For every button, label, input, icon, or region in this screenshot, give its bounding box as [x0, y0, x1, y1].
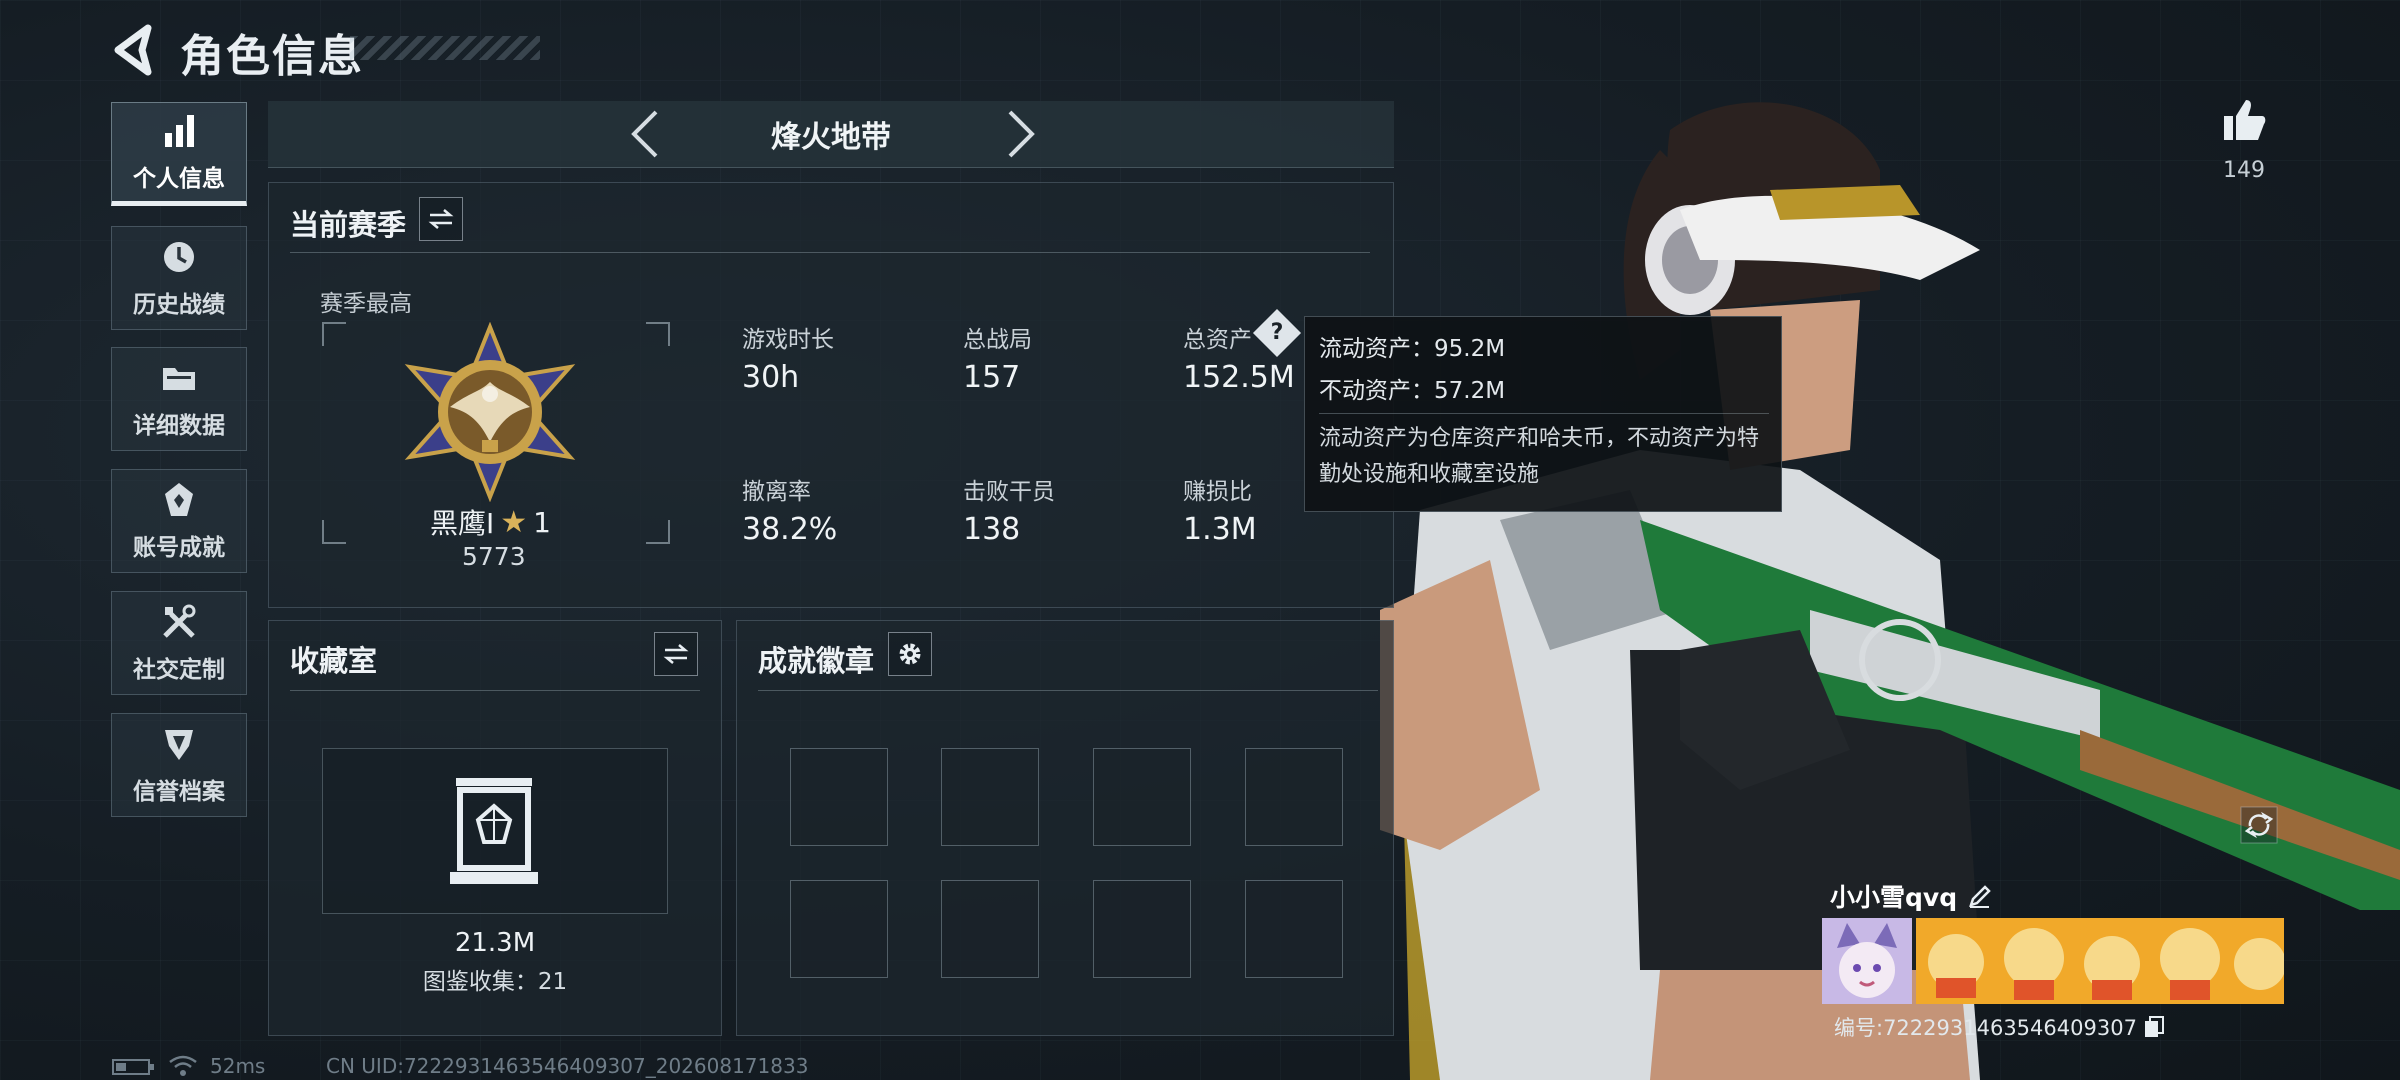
badge-slot[interactable]: [790, 880, 888, 978]
stat-value-total-assets: 152.5M: [1183, 360, 1295, 395]
badge-slot[interactable]: [1245, 748, 1343, 846]
frame-corner: [646, 322, 670, 346]
sidebar-item-social[interactable]: 社交定制: [111, 591, 247, 695]
badge-slot[interactable]: [941, 880, 1039, 978]
tooltip-liquid-assets: 流动资产：95.2M: [1319, 336, 1506, 362]
frame-corner: [646, 520, 670, 544]
badge-slot[interactable]: [1245, 880, 1343, 978]
stat-label-total-matches: 总战局: [963, 327, 1032, 353]
sidebar-item-label: 详细数据: [133, 413, 225, 439]
stat-label-profit-ratio: 赚损比: [1183, 479, 1252, 505]
stat-label-extract-rate: 撤离率: [742, 479, 811, 505]
sidebar-item-label: 历史战绩: [133, 292, 225, 318]
assets-tooltip: 流动资产：95.2M 不动资产：57.2M 流动资产为仓库资产和哈夫币，不动资产…: [1304, 316, 1782, 512]
gear-icon: [899, 643, 921, 665]
sidebar-item-personal-info[interactable]: 个人信息: [111, 102, 247, 206]
achievements-title: 成就徽章: [758, 644, 875, 678]
battery-icon: [112, 1059, 154, 1075]
collection-switch-button[interactable]: [654, 632, 698, 676]
swap-icon: [428, 209, 454, 229]
stat-value-total-matches: 157: [963, 360, 1021, 395]
player-id: 编号:7222931463546409307: [1834, 1016, 2137, 1040]
season-panel-title: 当前赛季: [290, 208, 407, 242]
badge-slot[interactable]: [1093, 880, 1191, 978]
refresh-icon[interactable]: [2240, 806, 2278, 844]
star-icon: ★: [500, 504, 528, 540]
achievement-icon: [165, 483, 193, 516]
player-banner[interactable]: [1916, 918, 2284, 1004]
page-title: 角色信息: [180, 31, 364, 82]
collection-divider: [290, 690, 700, 691]
ping-text: 52ms: [210, 1054, 266, 1078]
tooltip-divider: [1319, 413, 1769, 414]
stat-label-play-time: 游戏时长: [742, 327, 834, 353]
badge-slot[interactable]: [941, 748, 1039, 846]
thumbs-up-icon[interactable]: [2220, 96, 2268, 144]
back-arrow-icon[interactable]: [108, 22, 156, 78]
tools-icon: [163, 604, 196, 638]
sidebar-item-detailed-data[interactable]: 详细数据: [111, 347, 247, 451]
sidebar-item-label: 信誉档案: [133, 779, 225, 805]
badge-slot[interactable]: [790, 748, 888, 846]
season-best-label: 赛季最高: [320, 291, 412, 317]
stat-value-kills: 138: [963, 512, 1021, 547]
season-divider: [290, 252, 1370, 253]
player-id-row: 编号:7222931463546409307: [1834, 1012, 2165, 1042]
player-avatar[interactable]: [1822, 918, 1912, 1004]
rank-name: 黑鹰I: [430, 507, 495, 540]
achievements-divider: [758, 690, 1378, 691]
season-switch-button[interactable]: [419, 197, 463, 241]
rank-stars: 1: [533, 505, 551, 539]
sidebar-item-label: 社交定制: [133, 657, 225, 683]
collection-value: 21.3M: [454, 928, 536, 958]
folder-icon: [163, 368, 195, 390]
player-name-row: 小小雪qvq: [1830, 878, 1993, 914]
clock-history-icon: [164, 242, 194, 272]
credit-shield-icon: [165, 730, 193, 760]
stat-label-kills: 击败干员: [963, 479, 1055, 505]
frame-corner: [322, 322, 346, 346]
achievements-settings-button[interactable]: [888, 632, 932, 676]
frame-corner: [322, 520, 346, 544]
sidebar-item-credit[interactable]: 信誉档案: [111, 713, 247, 817]
badge-slot[interactable]: [1093, 748, 1191, 846]
uid-text: CN UID:7222931463546409307_202608171833: [326, 1054, 809, 1078]
wifi-icon: [169, 1055, 197, 1076]
stat-value-play-time: 30h: [742, 360, 800, 395]
stat-value-profit-ratio: 1.3M: [1183, 512, 1257, 547]
collection-cabinet-icon: [450, 778, 538, 884]
collection-title: 收藏室: [290, 644, 378, 678]
bar-chart-icon: [165, 115, 194, 147]
like-count: 149: [2223, 158, 2265, 183]
help-icon[interactable]: ?: [1260, 316, 1294, 350]
sidebar-item-label: 个人信息: [133, 166, 225, 192]
sidebar-item-history[interactable]: 历史战绩: [111, 226, 247, 330]
rank-info: 黑鹰I ★ 1: [430, 502, 551, 542]
next-mode-arrow-icon[interactable]: [1000, 108, 1040, 160]
swap-icon: [663, 644, 689, 664]
sidebar-item-achievements[interactable]: 账号成就: [111, 469, 247, 573]
tooltip-description: 流动资产为仓库资产和哈夫币，不动资产为特勤处设施和收藏室设施: [1319, 426, 1760, 487]
mode-title: 烽火地带: [771, 120, 891, 155]
stat-label-total-assets: 总资产: [1183, 327, 1252, 353]
sidebar-item-label: 账号成就: [133, 535, 225, 561]
edit-pencil-icon[interactable]: [1967, 883, 1993, 909]
copy-icon[interactable]: [2143, 1015, 2165, 1039]
stat-value-extract-rate: 38.2%: [742, 512, 838, 547]
collection-count: 图鉴收集：21: [422, 969, 568, 995]
tooltip-fixed-assets: 不动资产：57.2M: [1319, 378, 1506, 404]
player-name: 小小雪qvq: [1830, 883, 1958, 912]
title-decoration: [350, 36, 540, 60]
rank-score: 5773: [462, 542, 526, 571]
rank-emblem-icon: [404, 322, 576, 502]
